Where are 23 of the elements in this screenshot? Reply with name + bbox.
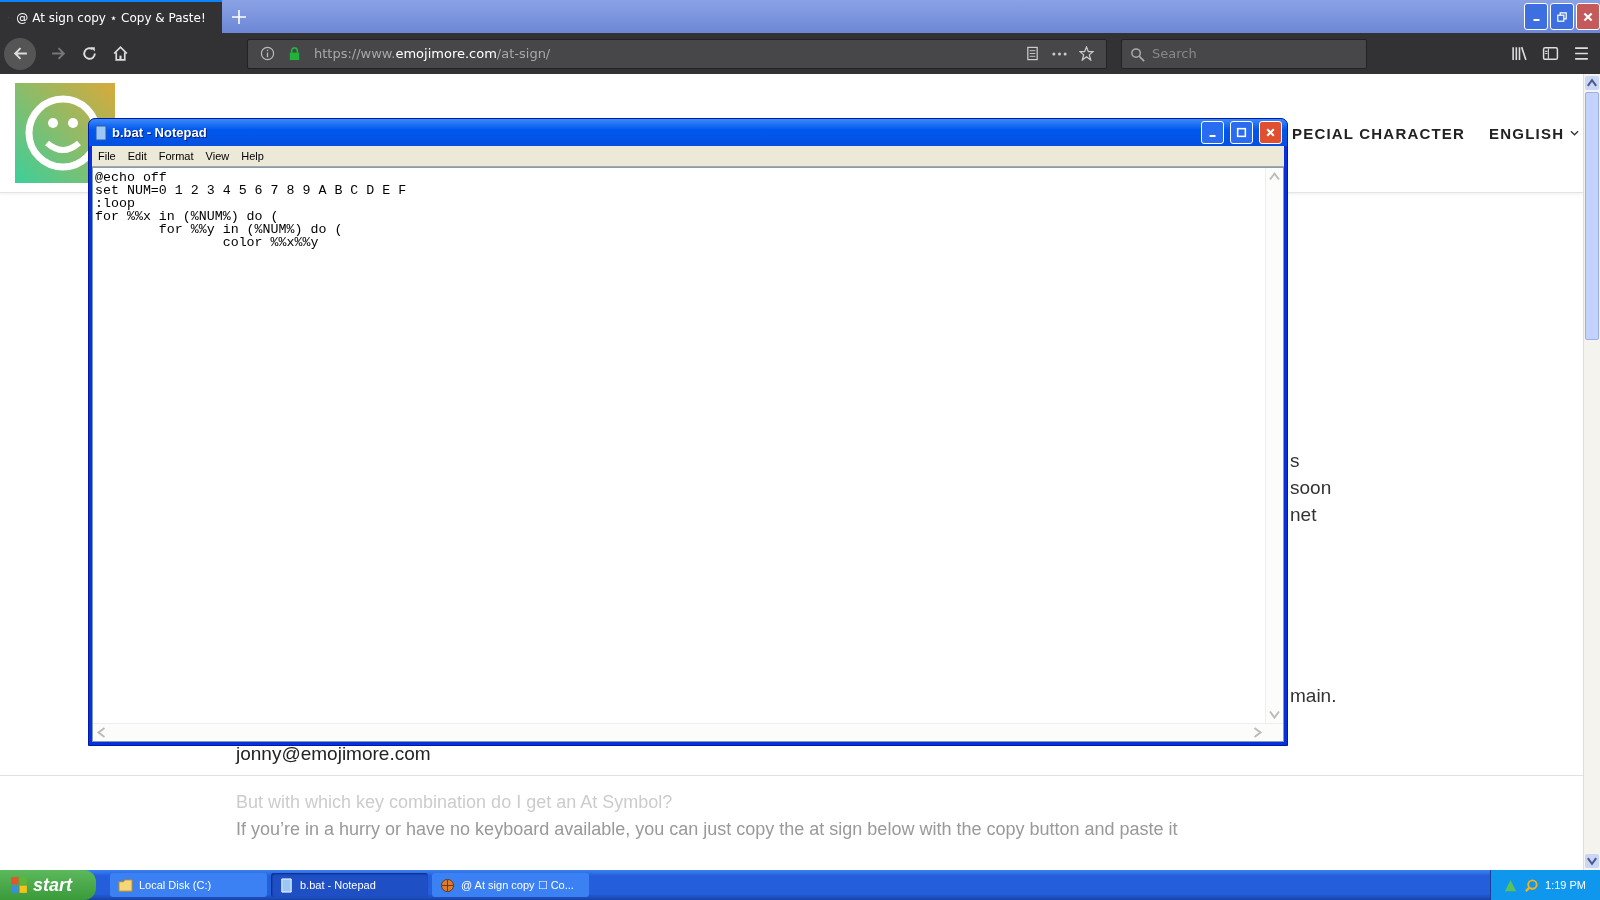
- body-text: If you’re in a hurry or have no keyboard available, you can just copy the at sign below with the copy button and paste it: [236, 819, 1179, 841]
- tab-title: @ At sign copy ⋆ Copy & Paste!: [16, 10, 206, 25]
- menu-item[interactable]: File: [92, 148, 122, 164]
- address-bar[interactable]: https://www.emojimore.com/at-sign/: [247, 38, 1107, 69]
- taskbar-button[interactable]: b.bat - Notepad: [271, 873, 428, 897]
- body-text: main.: [1290, 684, 1337, 709]
- nav-link[interactable]: PECIAL CHARACTER: [1292, 124, 1466, 142]
- body-text: soon: [1290, 476, 1332, 501]
- taskbar-button[interactable]: Local Disk (C:): [110, 873, 267, 897]
- email-text: jonny@emojimore.com: [236, 743, 432, 766]
- body-text: net: [1290, 503, 1317, 528]
- body-text: s: [1290, 449, 1300, 474]
- menu-item[interactable]: Help: [235, 148, 270, 164]
- language-menu[interactable]: ENGLISH: [1489, 124, 1580, 142]
- url-text: https://www.emojimore.com/at-sign/: [314, 46, 551, 61]
- browser-tab[interactable]: @ At sign copy ⋆ Copy & Paste!: [0, 0, 222, 33]
- search-field[interactable]: Search: [1121, 38, 1367, 69]
- menu-item[interactable]: Edit: [121, 148, 153, 164]
- clock: 1:19 PM: [1545, 879, 1586, 891]
- taskbar-button[interactable]: @ At sign copy ☐ Co...: [432, 873, 589, 897]
- menu-item[interactable]: Format: [152, 148, 200, 164]
- menu-item[interactable]: View: [199, 148, 236, 164]
- window-title: b.bat - Notepad: [112, 125, 207, 140]
